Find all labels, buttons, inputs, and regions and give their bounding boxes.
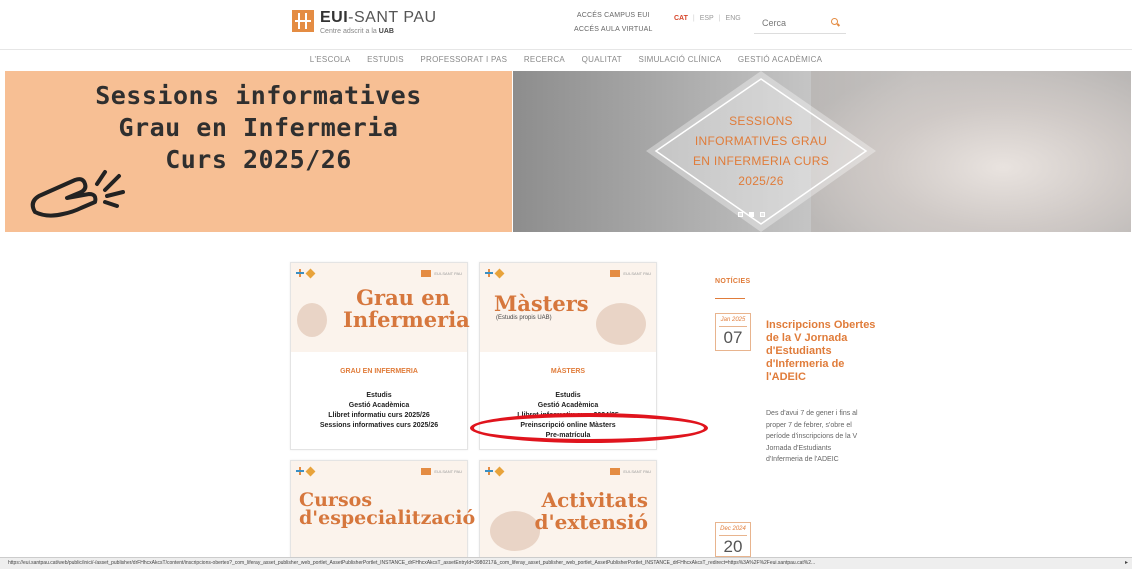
card-image: EUI-SANT PAU Grau en Infermeria	[291, 263, 470, 352]
news-day: 20	[719, 535, 747, 556]
nav-item-estudis[interactable]: ESTUDIS	[367, 55, 404, 64]
nav-item-escola[interactable]: L'ESCOLA	[310, 55, 351, 64]
card-image: EUI-SANT PAU Activitats d'extensió	[480, 461, 656, 561]
news-excerpt: Des d'avui 7 de gener i fins al proper 7…	[766, 410, 858, 463]
link-campus-eui[interactable]: ACCÉS CAMPUS EUI	[574, 9, 653, 23]
carousel-dot[interactable]	[738, 212, 743, 217]
banner-photo-panel: SESSIONS INFORMATIVES GRAU EN INFERMERIA…	[513, 71, 1131, 232]
card-link[interactable]: Estudis	[291, 391, 467, 401]
hero-banner[interactable]: Sessions informatives Grau en Infermeria…	[5, 71, 1131, 232]
news-date: Jan 2025 07	[715, 313, 751, 351]
site-header: EUI-SANT PAU Centre adscrit a la UAB ACC…	[0, 0, 1132, 50]
main-nav: L'ESCOLA ESTUDIS PROFESSORAT I PAS RECER…	[0, 55, 1132, 64]
card-image: EUI-SANT PAU Màsters (Estudis propis UAB…	[480, 263, 656, 352]
card-name[interactable]: MÀSTERS	[480, 368, 656, 375]
search-icon[interactable]	[831, 18, 840, 27]
logo-subtitle: Centre adscrit a la UAB	[320, 28, 394, 35]
card-image: EUI-SANT PAU Cursos d'especialització	[291, 461, 475, 561]
browser-status-bar: https://eui.santpau.cat/web/public/inici…	[0, 557, 1132, 569]
news-heading: NOTÍCIES	[715, 278, 751, 285]
search-input[interactable]: Cerca	[754, 12, 846, 34]
lang-cat[interactable]: CAT	[674, 15, 688, 22]
news-day: 07	[719, 326, 747, 350]
card-logos: EUI-SANT PAU	[485, 268, 651, 278]
card-title: Cursos d'especialització	[299, 489, 476, 529]
nav-item-professorat[interactable]: PROFESSORAT I PAS	[420, 55, 507, 64]
pointing-hand-icon	[30, 170, 125, 218]
card-logos: EUI-SANT PAU	[296, 466, 462, 476]
card-grau-infermeria[interactable]: EUI-SANT PAU Grau en Infermeria GRAU EN …	[290, 262, 470, 450]
card-link[interactable]: Gestió Acadèmica	[480, 401, 656, 411]
card-logos: EUI-SANT PAU	[485, 466, 651, 476]
card-subtitle: (Estudis propis UAB)	[496, 315, 552, 321]
link-aula-virtual[interactable]: ACCÉS AULA VIRTUAL	[574, 23, 653, 37]
carousel-dot[interactable]	[760, 212, 765, 217]
logo-title: EUI-SANT PAU	[320, 9, 437, 26]
card-link[interactable]: Estudis	[480, 391, 656, 401]
card-links: Estudis Gestió Acadèmica Llibret informa…	[291, 391, 467, 431]
lang-separator: |	[692, 15, 695, 22]
status-url: https://eui.santpau.cat/web/public/inici…	[8, 560, 816, 566]
card-activitats-extensio[interactable]: EUI-SANT PAU Activitats d'extensió	[479, 460, 657, 561]
carousel-dot[interactable]	[749, 212, 754, 217]
card-logos: EUI-SANT PAU	[296, 268, 462, 278]
search-placeholder: Cerca	[762, 17, 787, 28]
banner-left-panel: Sessions informatives Grau en Infermeria…	[5, 71, 512, 232]
card-photo	[490, 511, 540, 551]
card-title: Activitats d'extensió	[534, 488, 648, 534]
card-name[interactable]: GRAU EN INFERMERIA	[291, 368, 467, 375]
news-date: Dec 2024 20	[715, 522, 751, 557]
card-photo	[297, 303, 327, 337]
logo-mark-icon	[292, 10, 314, 32]
card-title: Grau en Infermeria	[343, 285, 470, 332]
scroll-right-arrow-icon[interactable]: ▸	[1125, 558, 1128, 569]
banner-line: Grau en Infermeria	[118, 113, 399, 142]
lang-separator: |	[718, 15, 721, 22]
lang-eng[interactable]: ENG	[726, 15, 741, 22]
banner-line: Sessions informatives	[95, 81, 422, 110]
card-photo	[596, 303, 646, 345]
card-link[interactable]: Gestió Acadèmica	[291, 401, 467, 411]
highlight-annotation	[470, 413, 708, 443]
site-logo[interactable]: EUI-SANT PAU Centre adscrit a la UAB	[292, 10, 437, 35]
card-link[interactable]: Sessions informatives curs 2025/26	[291, 421, 467, 431]
news-divider	[715, 298, 745, 299]
news-month: Dec 2024	[720, 526, 746, 532]
card-title: Màsters	[494, 291, 589, 316]
news-title[interactable]: Inscripcions Obertes de la V Jornada d'E…	[766, 319, 876, 384]
card-cursos-especialitzacio[interactable]: EUI-SANT PAU Cursos d'especialització	[290, 460, 475, 561]
banner-caption: SESSIONS INFORMATIVES GRAU EN INFERMERIA…	[692, 114, 830, 188]
language-switcher: CAT | ESP | ENG	[674, 15, 741, 22]
access-links: ACCÉS CAMPUS EUI ACCÉS AULA VIRTUAL	[574, 9, 653, 37]
lang-esp[interactable]: ESP	[700, 15, 714, 22]
news-month: Jan 2025	[720, 317, 746, 323]
card-link[interactable]: Llibret informatiu curs 2025/26	[291, 411, 467, 421]
carousel-dots	[738, 212, 765, 217]
nav-item-recerca[interactable]: RECERCA	[524, 55, 565, 64]
nav-item-qualitat[interactable]: QUALITAT	[582, 55, 622, 64]
nav-item-gestio[interactable]: GESTIÓ ACADÈMICA	[738, 55, 822, 64]
nav-item-simulacio[interactable]: SIMULACIÓ CLÍNICA	[638, 55, 721, 64]
